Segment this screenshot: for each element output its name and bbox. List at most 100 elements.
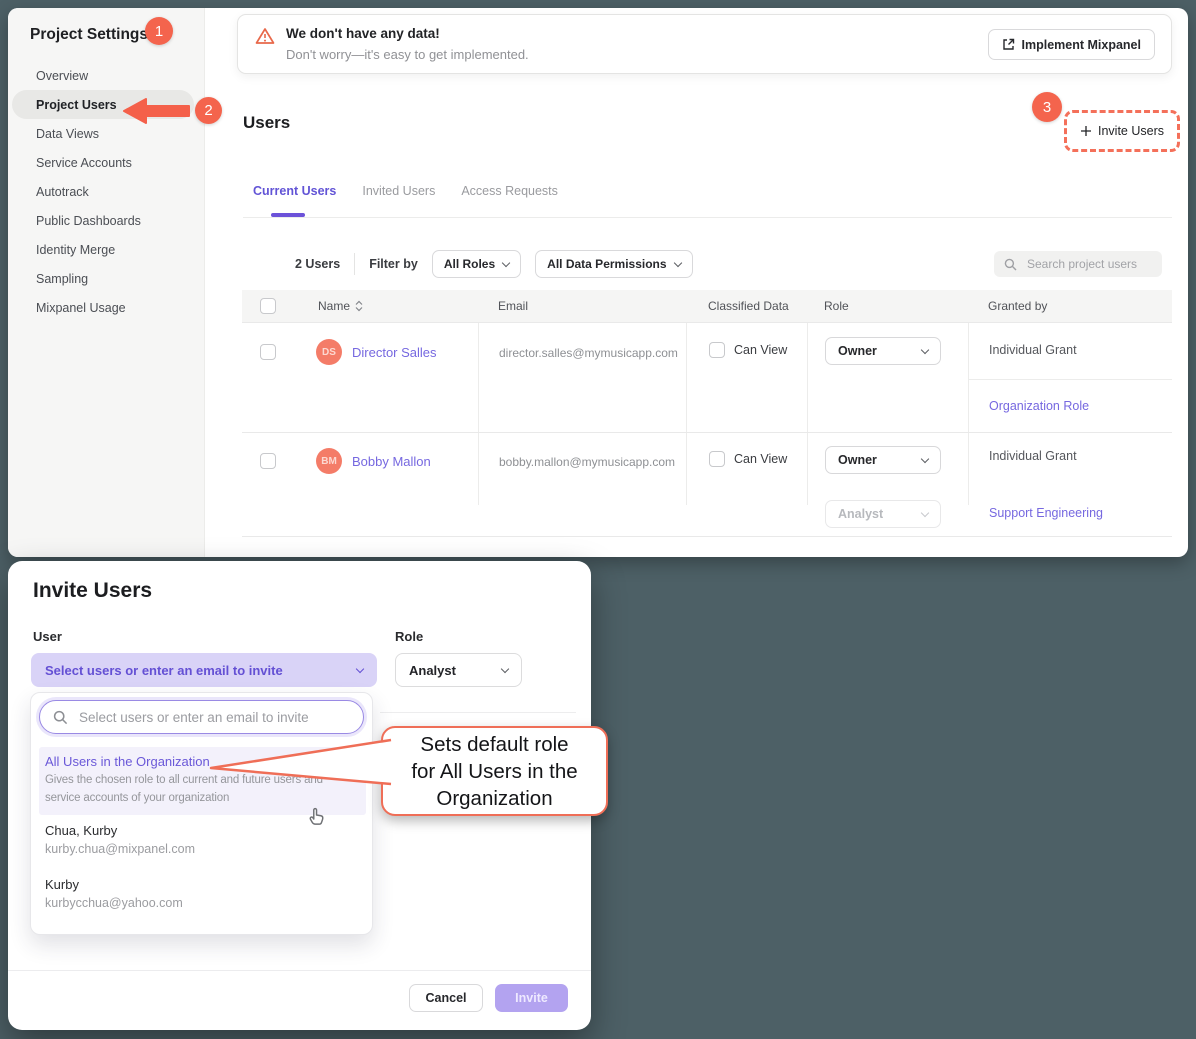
invite-users-label: Invite Users xyxy=(1098,124,1164,138)
dialog-footer-divider xyxy=(8,970,591,971)
granted-by-secondary-link[interactable]: Support Engineering xyxy=(989,506,1103,520)
search-project-users[interactable] xyxy=(994,251,1162,277)
settings-sidebar: Project Settings Overview Project Users … xyxy=(8,8,205,557)
granted-by-primary: Individual Grant xyxy=(989,449,1172,463)
row-checkbox[interactable] xyxy=(260,453,276,469)
role-select[interactable]: Owner xyxy=(825,337,941,365)
annotation-step-3-badge: 3 xyxy=(1032,92,1062,122)
external-link-icon xyxy=(1002,38,1015,51)
sidebar-title: Project Settings xyxy=(30,26,148,44)
all-roles-filter[interactable]: All Roles xyxy=(432,250,521,278)
chevron-down-icon xyxy=(921,454,929,462)
role-value: Owner xyxy=(838,453,877,467)
role-dropdown-value: Analyst xyxy=(409,663,456,678)
annotation-callout: Sets default role for All Users in the O… xyxy=(381,726,608,816)
user-name-link[interactable]: Bobby Mallon xyxy=(352,454,431,469)
banner-title: We don't have any data! xyxy=(286,26,440,41)
user-field-label: User xyxy=(33,629,62,644)
filter-divider xyxy=(354,253,355,275)
callout-tail xyxy=(205,728,395,792)
tabs-divider xyxy=(243,217,1172,218)
user-email: director.salles@mymusicapp.com xyxy=(499,346,686,360)
no-data-banner: We don't have any data! Don't worry—it's… xyxy=(237,14,1172,74)
sidebar-item-overview[interactable]: Overview xyxy=(8,61,205,90)
tab-current-users[interactable]: Current Users xyxy=(253,184,336,198)
option-user-name[interactable]: Chua, Kurby xyxy=(45,823,117,838)
banner-subtitle: Don't worry—it's easy to get implemented… xyxy=(286,47,529,62)
chevron-down-icon xyxy=(921,345,929,353)
dropdown-search-input[interactable] xyxy=(77,709,337,726)
all-data-permissions-filter[interactable]: All Data Permissions xyxy=(535,250,692,278)
search-icon xyxy=(1004,258,1017,271)
user-name-link[interactable]: Director Salles xyxy=(352,345,437,360)
role-select[interactable]: Owner xyxy=(825,446,941,474)
col-classified-data: Classified Data xyxy=(708,299,789,313)
plus-icon xyxy=(1080,125,1092,137)
sidebar-item-public-dashboards[interactable]: Public Dashboards xyxy=(8,206,205,235)
col-email: Email xyxy=(498,299,528,313)
user-multiselect[interactable]: Select users or enter an email to invite xyxy=(31,653,377,687)
option-all-users-label: All Users in the Organization xyxy=(45,754,210,769)
granted-by-secondary-link[interactable]: Organization Role xyxy=(989,399,1089,413)
warning-icon xyxy=(255,27,275,45)
user-email: bobby.mallon@mymusicapp.com xyxy=(499,455,686,469)
col-name: Name xyxy=(318,299,350,313)
cancel-button[interactable]: Cancel xyxy=(409,984,483,1012)
dialog-title: Invite Users xyxy=(33,579,152,603)
chevron-down-icon xyxy=(921,508,929,516)
tab-access-requests[interactable]: Access Requests xyxy=(461,184,558,198)
invite-submit-button[interactable]: Invite xyxy=(495,984,568,1012)
role-field-label: Role xyxy=(395,629,423,644)
users-heading: Users xyxy=(243,113,290,133)
role-dropdown[interactable]: Analyst xyxy=(395,653,522,687)
callout-line: Sets default role xyxy=(420,731,568,758)
option-user-name[interactable]: Kurby xyxy=(45,877,79,892)
invite-users-button[interactable]: Invite Users xyxy=(1064,110,1180,152)
annotation-arrow-icon xyxy=(112,93,198,129)
all-data-permissions-label: All Data Permissions xyxy=(547,257,666,271)
chevron-down-icon xyxy=(356,664,364,672)
filter-by-label: Filter by xyxy=(369,257,418,271)
users-tabs: Current Users Invited Users Access Reque… xyxy=(253,184,558,198)
implement-mixpanel-button[interactable]: Implement Mixpanel xyxy=(988,29,1155,60)
sidebar-item-service-accounts[interactable]: Service Accounts xyxy=(8,148,205,177)
sidebar-item-sampling[interactable]: Sampling xyxy=(8,264,205,293)
option-user-email: kurbycchua@yahoo.com xyxy=(45,896,183,910)
users-table: Name Email Classified Data Role Granted … xyxy=(242,290,1172,537)
option-all-users-desc2: service accounts of your organization xyxy=(45,792,229,804)
row-checkbox[interactable] xyxy=(260,344,276,360)
chevron-down-icon xyxy=(501,664,509,672)
can-view-checkbox[interactable] xyxy=(709,342,725,358)
implement-mixpanel-label: Implement Mixpanel xyxy=(1022,38,1141,52)
tab-invited-users[interactable]: Invited Users xyxy=(362,184,435,198)
table-row: DS Director Salles director.salles@mymus… xyxy=(242,322,1172,432)
invite-label: Invite xyxy=(515,991,548,1005)
dialog-content-divider xyxy=(380,712,576,713)
callout-line: for All Users in the xyxy=(411,758,577,785)
chevron-down-icon xyxy=(502,258,510,266)
avatar: DS xyxy=(316,339,342,365)
select-all-checkbox[interactable] xyxy=(260,298,276,314)
avatar: BM xyxy=(316,448,342,474)
role-select-disabled: Analyst xyxy=(825,500,941,528)
user-select-value: Select users or enter an email to invite xyxy=(45,663,283,678)
search-project-users-input[interactable] xyxy=(1025,256,1145,272)
user-count: 2 Users xyxy=(295,257,340,271)
annotation-step-1-badge: 1 xyxy=(145,17,173,45)
can-view-label: Can View xyxy=(734,452,787,466)
cancel-label: Cancel xyxy=(426,991,467,1005)
option-user-email: kurby.chua@mixpanel.com xyxy=(45,842,195,856)
sidebar-item-mixpanel-usage[interactable]: Mixpanel Usage xyxy=(8,293,205,322)
sidebar-item-autotrack[interactable]: Autotrack xyxy=(8,177,205,206)
callout-line: Organization xyxy=(436,785,552,812)
chevron-down-icon xyxy=(673,258,681,266)
search-icon xyxy=(53,710,68,725)
table-header-row: Name Email Classified Data Role Granted … xyxy=(242,290,1172,322)
sort-icon[interactable] xyxy=(355,300,363,312)
col-granted-by: Granted by xyxy=(988,299,1047,313)
sidebar-item-identity-merge[interactable]: Identity Merge xyxy=(8,235,205,264)
all-roles-label: All Roles xyxy=(444,257,495,271)
project-settings-window: Project Settings Overview Project Users … xyxy=(8,8,1188,557)
can-view-checkbox[interactable] xyxy=(709,451,725,467)
annotation-step-2-badge: 2 xyxy=(195,97,222,124)
